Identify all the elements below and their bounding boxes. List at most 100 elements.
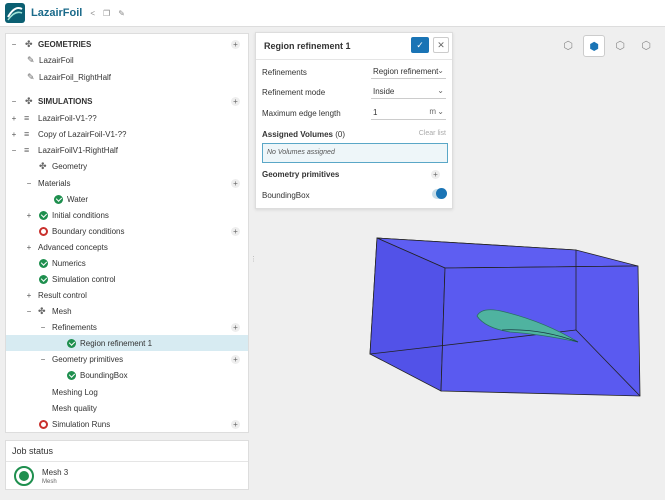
- mode-label: Refinement mode: [262, 88, 326, 97]
- check-icon: [39, 258, 48, 268]
- simulation-icon: ≡: [24, 129, 30, 139]
- refinements-label: Refinements: [262, 68, 307, 77]
- cube-icon[interactable]: ⬡: [609, 35, 631, 57]
- edge-length-input[interactable]: 1 m ⌄: [371, 106, 446, 120]
- tree-item-meshing-log[interactable]: Meshing Log: [6, 384, 248, 400]
- add-material-button[interactable]: +: [231, 178, 240, 188]
- refinements-select[interactable]: Region refinement ⌄: [371, 65, 446, 79]
- mesh-quality-label: Mesh quality: [52, 403, 97, 413]
- tree-item-result-control[interactable]: + Result control: [6, 287, 248, 303]
- collapse-icon[interactable]: −: [25, 179, 33, 188]
- assigned-volumes-box[interactable]: No Volumes assigned: [262, 143, 448, 163]
- tree-item-water[interactable]: Water: [6, 191, 248, 207]
- mode-value: Inside: [373, 87, 395, 96]
- simulations-label: SIMULATIONS: [38, 96, 93, 106]
- tree-item-materials[interactable]: − Materials +: [6, 175, 248, 191]
- add-primitive-button[interactable]: +: [431, 170, 440, 179]
- clear-list-link[interactable]: Clear list: [419, 130, 446, 137]
- tree-geometries-header[interactable]: − ✤ GEOMETRIES +: [6, 36, 248, 52]
- check-icon: [39, 210, 48, 220]
- close-button[interactable]: ✕: [433, 37, 449, 53]
- add-run-button[interactable]: +: [231, 419, 240, 429]
- tree-item-numerics[interactable]: Numerics: [6, 255, 248, 271]
- job-name[interactable]: Mesh 3: [42, 468, 68, 477]
- initial-conditions-label: Initial conditions: [52, 210, 109, 220]
- sim-2-label: Copy of LazairFoil-V1-??: [38, 129, 127, 139]
- collapse-icon[interactable]: −: [10, 146, 18, 155]
- viewer-3d[interactable]: [360, 230, 650, 400]
- add-geometry-button[interactable]: +: [231, 39, 240, 49]
- copy-icon[interactable]: ❐: [103, 9, 110, 18]
- tree-item-sim-3[interactable]: − ≡ LazairFoilV1-RightHalf: [6, 142, 248, 158]
- tree-item-sim-2[interactable]: + ≡ Copy of LazairFoil-V1-??: [6, 126, 248, 142]
- project-title[interactable]: LazairFoil: [31, 7, 82, 19]
- job-status-title: Job status: [12, 446, 54, 456]
- edge-length-label: Maximum edge length: [262, 109, 341, 118]
- add-geometry-primitive-button[interactable]: +: [231, 354, 240, 364]
- share-icon[interactable]: <: [90, 9, 95, 18]
- tree-item-simulation-control[interactable]: Simulation control: [6, 271, 248, 287]
- cube-icon[interactable]: ⬡: [557, 35, 579, 57]
- expand-icon[interactable]: +: [25, 211, 33, 220]
- tree-item-geometry-1[interactable]: ✎ LazairFoil: [6, 52, 248, 68]
- region-refinement-panel: Region refinement 1 ✓ ✕ Refinements Regi…: [255, 32, 453, 209]
- collapse-icon[interactable]: −: [39, 355, 47, 364]
- chevron-down-icon: ⌄: [437, 86, 444, 95]
- expand-icon[interactable]: +: [25, 291, 33, 300]
- region-refinement-label: Region refinement 1: [80, 338, 153, 348]
- tree-item-refinements[interactable]: − Refinements +: [6, 319, 248, 335]
- expand-icon[interactable]: +: [25, 243, 33, 252]
- tree-item-bounding-box[interactable]: BoundingBox: [6, 367, 248, 383]
- bounding-box-visibility-toggle[interactable]: [432, 188, 447, 199]
- geometry-icon: ✤: [39, 160, 47, 171]
- tree-item-geometry[interactable]: ✤ Geometry: [6, 158, 248, 174]
- collapse-icon[interactable]: −: [39, 323, 47, 332]
- refinements-value: Region refinement: [373, 67, 439, 76]
- job-status-icon: [14, 466, 34, 486]
- geometry-1-label: LazairFoil: [39, 55, 74, 65]
- collapse-icon[interactable]: −: [10, 40, 18, 49]
- geometry-primitives-label: Geometry primitives: [262, 170, 340, 179]
- cube-icon[interactable]: ⬢: [583, 35, 605, 57]
- geometry-icon: ✎: [27, 71, 35, 82]
- add-boundary-condition-button[interactable]: +: [231, 226, 240, 236]
- tree-item-boundary-conditions[interactable]: Boundary conditions +: [6, 223, 248, 239]
- job-status-panel: Job status Mesh 3 Mesh: [5, 440, 249, 490]
- refinements-label: Refinements: [52, 322, 97, 332]
- panel-splitter[interactable]: ⋮: [250, 255, 257, 265]
- confirm-button[interactable]: ✓: [411, 37, 429, 53]
- tree-item-mesh-quality[interactable]: Mesh quality: [6, 400, 248, 416]
- tree-item-region-refinement[interactable]: Region refinement 1: [6, 335, 248, 351]
- add-refinement-button[interactable]: +: [231, 322, 240, 332]
- cube-icon[interactable]: ⬡: [635, 35, 657, 57]
- tree-item-sim-1[interactable]: + ≡ LazairFoil-V1-??: [6, 110, 248, 126]
- simulations-icon: ✤: [25, 95, 33, 106]
- expand-icon[interactable]: +: [10, 130, 18, 139]
- tree-simulations-header[interactable]: − ✤ SIMULATIONS +: [6, 93, 248, 109]
- collapse-icon[interactable]: −: [10, 97, 18, 106]
- add-simulation-button[interactable]: +: [231, 96, 240, 106]
- bounding-box-item: BoundingBox: [262, 191, 310, 200]
- tree-item-advanced-concepts[interactable]: + Advanced concepts: [6, 239, 248, 255]
- refinement-mode-select[interactable]: Inside ⌄: [371, 85, 446, 99]
- tree-item-geometry-primitives[interactable]: − Geometry primitives +: [6, 351, 248, 367]
- sim-1-label: LazairFoil-V1-??: [38, 113, 97, 123]
- tree-item-geometry-2[interactable]: ✎ LazairFoil_RightHalf: [6, 69, 248, 85]
- chevron-down-icon[interactable]: ⌄: [437, 107, 444, 116]
- edit-icon[interactable]: ✎: [118, 9, 125, 18]
- tree-item-mesh[interactable]: − ✤ Mesh: [6, 303, 248, 319]
- edge-unit[interactable]: m: [429, 107, 436, 116]
- meshing-log-label: Meshing Log: [52, 387, 98, 397]
- result-control-label: Result control: [38, 290, 87, 300]
- check-icon: [67, 338, 76, 348]
- collapse-icon[interactable]: −: [25, 307, 33, 316]
- mesh-label: Mesh: [52, 306, 72, 316]
- sim-3-label: LazairFoilV1-RightHalf: [38, 145, 119, 155]
- toggle-knob: [436, 188, 447, 199]
- tree-item-simulation-runs[interactable]: Simulation Runs +: [6, 416, 248, 432]
- geometry-primitives-label: Geometry primitives: [52, 354, 124, 364]
- edge-length-value: 1: [373, 108, 378, 117]
- expand-icon[interactable]: +: [10, 114, 18, 123]
- geometry-icon: ✎: [27, 54, 35, 65]
- tree-item-initial-conditions[interactable]: + Initial conditions: [6, 207, 248, 223]
